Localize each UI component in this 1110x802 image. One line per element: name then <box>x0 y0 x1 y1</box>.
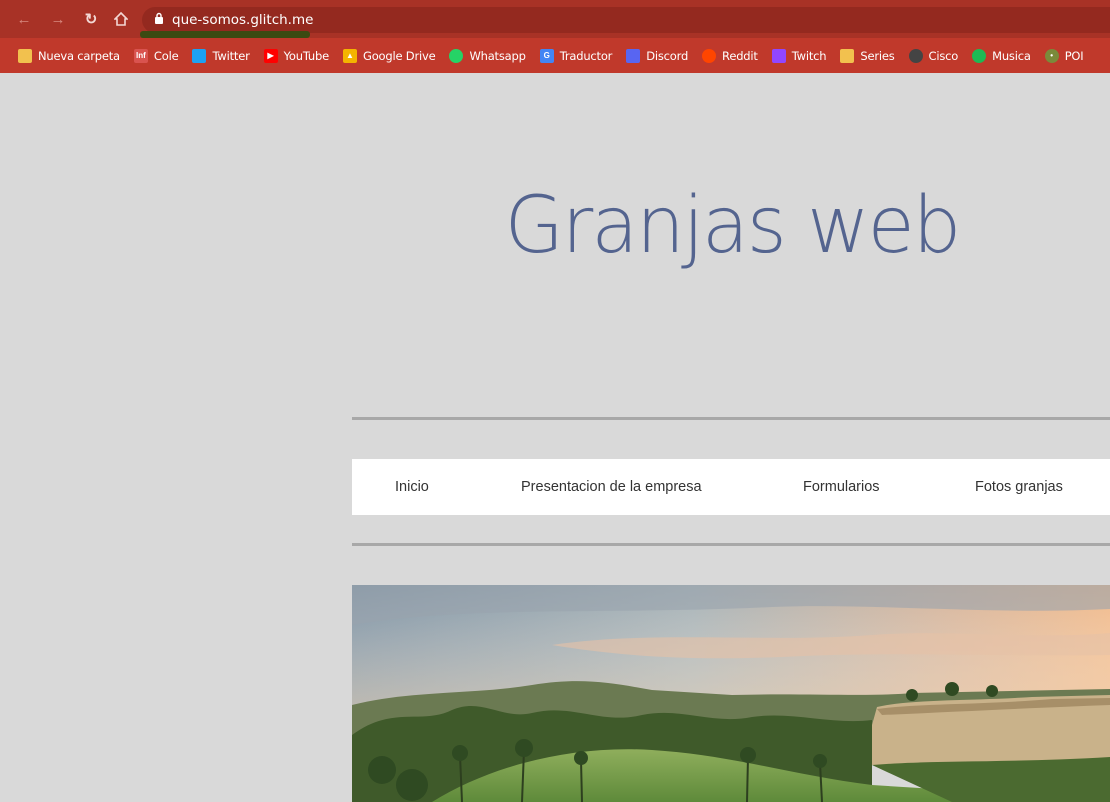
bookmark-label: YouTube <box>283 48 330 63</box>
bookmark-label: Musica <box>992 48 1031 63</box>
bookmark-cisco[interactable]: Cisco <box>908 48 959 63</box>
discord-icon <box>626 48 641 63</box>
bookmark-label: Google Drive <box>362 48 436 63</box>
bookmark-label: Cisco <box>928 48 959 63</box>
bookmark-whatsapp[interactable]: Whatsapp <box>449 48 526 63</box>
url-text: que-somos.glitch.me <box>172 12 314 28</box>
bookmarks-bar: Nueva carpeta Inf Cole Twitter ▶ YouTube ▲ Goog… <box>0 38 1110 73</box>
bookmark-label: Traductor <box>559 48 613 63</box>
home-icon[interactable] <box>111 9 131 29</box>
bookmark-traductor[interactable]: G Traductor <box>539 48 613 63</box>
bookmark-label: Whatsapp <box>469 48 526 63</box>
bookmark-series[interactable]: Series <box>840 48 895 63</box>
whatsapp-icon <box>449 48 464 63</box>
menu-item-fotos[interactable]: Fotos granjas <box>975 479 1063 495</box>
web-page: Granjas web Inicio Presentacion de la em… <box>0 73 1110 802</box>
divider-bottom <box>352 543 1110 546</box>
bookmark-reddit[interactable]: Reddit <box>702 48 758 63</box>
main-menu: Inicio Presentacion de la empresa Formul… <box>352 459 1110 515</box>
url-redaction-bar <box>140 31 310 38</box>
youtube-icon: ▶ <box>263 48 278 63</box>
bookmark-label: Discord <box>646 48 689 63</box>
drive-icon: ▲ <box>342 48 357 63</box>
globe-icon <box>908 48 923 63</box>
inf-icon: Inf <box>133 48 148 63</box>
bookmark-label: Series <box>860 48 895 63</box>
bookmark-poi[interactable]: • POI <box>1044 48 1084 63</box>
bookmark-youtube[interactable]: ▶ YouTube <box>263 48 330 63</box>
reload-icon[interactable]: ↻ <box>81 9 101 29</box>
poi-icon: • <box>1044 48 1059 63</box>
divider-top <box>352 417 1110 420</box>
bookmark-label: Cole <box>153 48 179 63</box>
bookmark-discord[interactable]: Discord <box>626 48 689 63</box>
lock-icon <box>154 11 164 29</box>
forward-icon[interactable]: → <box>48 9 68 29</box>
bookmark-cole[interactable]: Inf Cole <box>133 48 179 63</box>
back-icon[interactable]: ← <box>14 9 34 29</box>
bookmark-label: Twitch <box>791 48 827 63</box>
twitch-icon <box>771 48 786 63</box>
bookmark-google-drive[interactable]: ▲ Google Drive <box>342 48 436 63</box>
menu-item-presentacion[interactable]: Presentacion de la empresa <box>521 479 702 495</box>
menu-item-inicio[interactable]: Inicio <box>395 479 429 495</box>
bookmark-label: Nueva carpeta <box>38 48 120 63</box>
folder-icon <box>18 48 32 63</box>
site-title: Granjas web <box>504 181 962 271</box>
browser-toolbar: ← → ↻ que-somos.glitch.me <box>0 0 1110 38</box>
translate-icon: G <box>539 48 554 63</box>
reddit-icon <box>702 48 717 63</box>
bookmark-nueva-carpeta[interactable]: Nueva carpeta <box>18 48 120 63</box>
bookmark-label: Reddit <box>722 48 758 63</box>
hero-image <box>352 585 1110 802</box>
address-bar[interactable]: que-somos.glitch.me <box>142 7 1110 33</box>
spotify-icon <box>972 48 987 63</box>
folder-icon <box>840 48 855 63</box>
twitter-icon <box>192 48 207 63</box>
bookmark-label: POI <box>1064 48 1084 63</box>
bookmark-twitter[interactable]: Twitter <box>192 48 250 63</box>
bookmark-musica[interactable]: Musica <box>972 48 1031 63</box>
bookmark-label: Twitter <box>212 48 250 63</box>
menu-item-formularios[interactable]: Formularios <box>803 479 880 495</box>
bookmark-twitch[interactable]: Twitch <box>771 48 827 63</box>
